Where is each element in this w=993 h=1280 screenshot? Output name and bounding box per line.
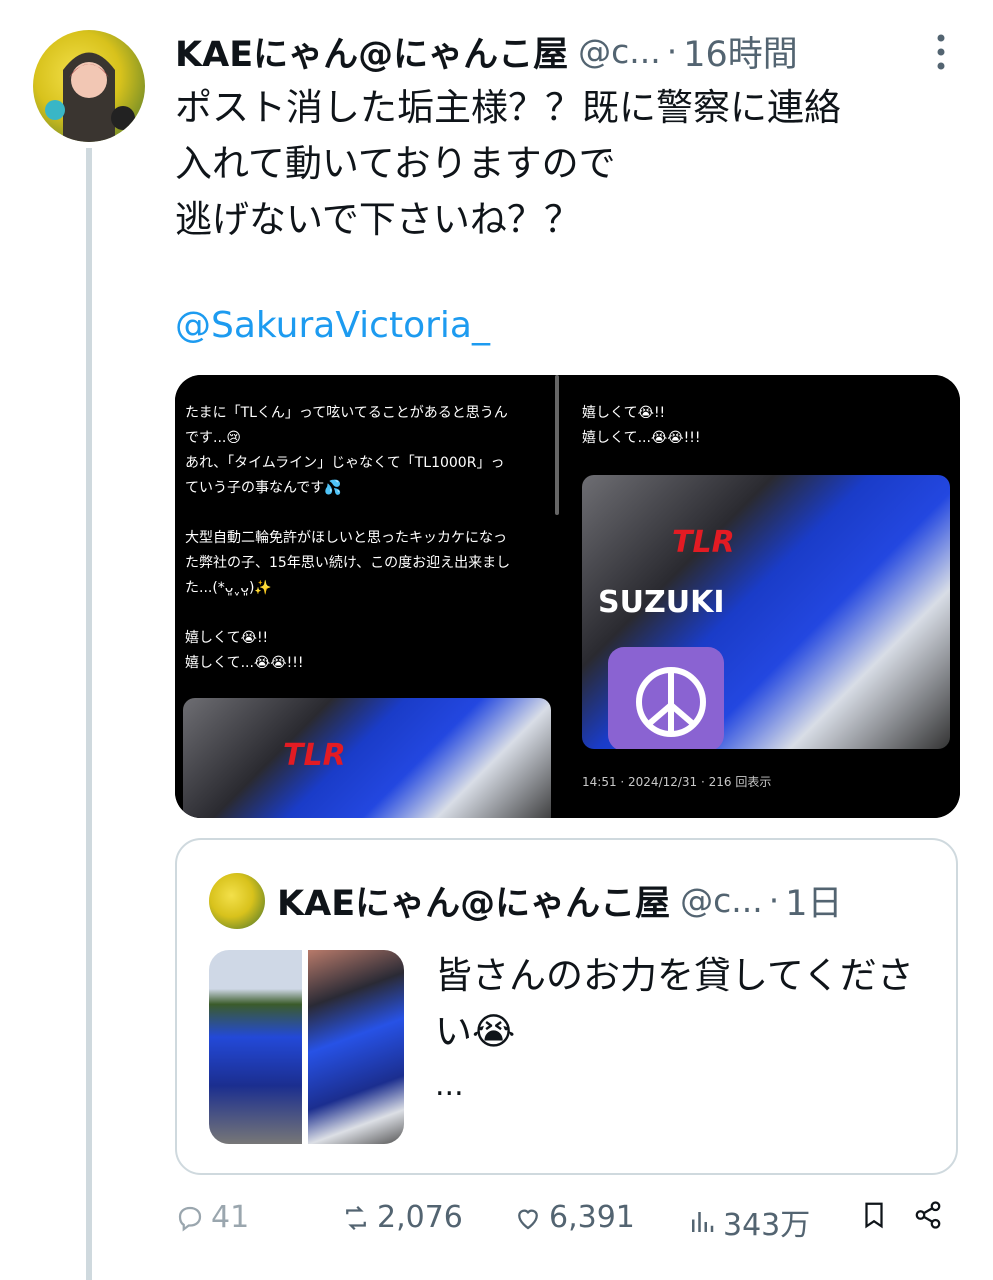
motorcycle-photo: TLR — [183, 698, 551, 818]
quoted-author-handle: @c... — [680, 881, 763, 920]
post-text-line: 逃げないで下さいね？？ — [175, 198, 581, 241]
screenshot-text: 嬉しくて😭!! 嬉しくて...😭😭!!! — [582, 405, 701, 446]
screenshot-text: たまに「TLくん」って呟いてることがあると思うん です...😢 あれ、「タイムラ… — [185, 405, 511, 671]
action-bar: 41 2,076 6,391 343万 — [175, 1200, 965, 1250]
media-image-left[interactable]: たまに「TLくん」って呟いてることがあると思うん です...😢 あれ、「タイムラ… — [175, 375, 560, 818]
avatar-illustration — [45, 52, 135, 142]
mention-link[interactable]: @SakuraVictoria_ — [175, 305, 490, 346]
author-handle[interactable]: @c... — [578, 32, 661, 71]
motorcycle-photo — [209, 950, 302, 1144]
bike-brand-label: SUZUKI — [598, 585, 725, 620]
author-name[interactable]: KAEにゃん@にゃんこ屋 — [175, 26, 568, 77]
like-count: 6,391 — [549, 1200, 635, 1235]
bike-model-label: TLR — [672, 525, 735, 560]
thread-line — [86, 148, 92, 1280]
repost-icon — [346, 1205, 366, 1230]
post-time[interactable]: 16時間 — [683, 26, 798, 77]
post-header: KAEにゃん@にゃんこ屋 @c... · 16時間 — [175, 26, 973, 76]
reply-icon — [178, 1206, 202, 1231]
reply-count: 41 — [211, 1200, 250, 1235]
separator-dot: · — [768, 881, 780, 920]
repost-button[interactable]: 2,076 — [341, 1200, 463, 1235]
like-button[interactable]: 6,391 — [513, 1200, 635, 1235]
separator-dot: · — [666, 31, 678, 71]
views-count: 343万 — [723, 1208, 811, 1243]
peace-sign-icon — [608, 647, 724, 749]
author-avatar[interactable] — [33, 30, 145, 142]
post-text: ポスト消した垢主様？？既に警察に連絡 入れて動いておりますので 逃げないで下さい… — [175, 80, 965, 248]
quoted-post-text: 皆さんのお力を貸してください😭 — [435, 954, 914, 1053]
quoted-post-header: KAEにゃん@にゃんこ屋 @c... · 1日 — [277, 875, 843, 926]
quoted-post-time: 1日 — [785, 884, 843, 924]
quoted-post[interactable]: KAEにゃん@にゃんこ屋 @c... · 1日 皆さんのお力を貸してください😭 … — [175, 838, 958, 1175]
media-image-right[interactable]: 嬉しくて😭!! 嬉しくて...😭😭!!! TLR SUZUKI 14:51 · … — [572, 375, 960, 818]
views-button[interactable]: 343万 — [687, 1200, 810, 1244]
share-button[interactable] — [913, 1200, 949, 1230]
motorcycle-photo — [308, 950, 404, 1144]
post-media[interactable]: たまに「TLくん」って呟いてることがあると思うん です...😢 あれ、「タイムラ… — [175, 375, 960, 818]
motorcycle-photo: TLR SUZUKI — [582, 475, 950, 749]
bookmark-icon — [865, 1202, 883, 1229]
more-options-icon[interactable] — [935, 32, 947, 72]
bookmark-button[interactable] — [859, 1200, 895, 1230]
quoted-author-name: KAEにゃん@にゃんこ屋 — [277, 884, 671, 924]
scrollbar[interactable] — [555, 375, 559, 515]
post-text-line: ポスト消した垢主様？？既に警察に連絡 — [175, 86, 841, 129]
screenshot-meta: 14:51 · 2024/12/31 · 216 回表示 — [582, 775, 772, 789]
quoted-author-avatar[interactable] — [209, 873, 265, 929]
post-text-line: 入れて動いておりますので — [175, 142, 616, 185]
views-icon — [692, 1212, 714, 1232]
quoted-post-ellipsis: ... — [435, 1068, 464, 1103]
heart-icon — [518, 1209, 538, 1229]
reply-button[interactable]: 41 — [175, 1200, 249, 1235]
repost-count: 2,076 — [377, 1200, 463, 1235]
share-icon — [915, 1201, 941, 1229]
quoted-post-media[interactable] — [209, 950, 404, 1144]
bike-model-label: TLR — [283, 738, 346, 773]
